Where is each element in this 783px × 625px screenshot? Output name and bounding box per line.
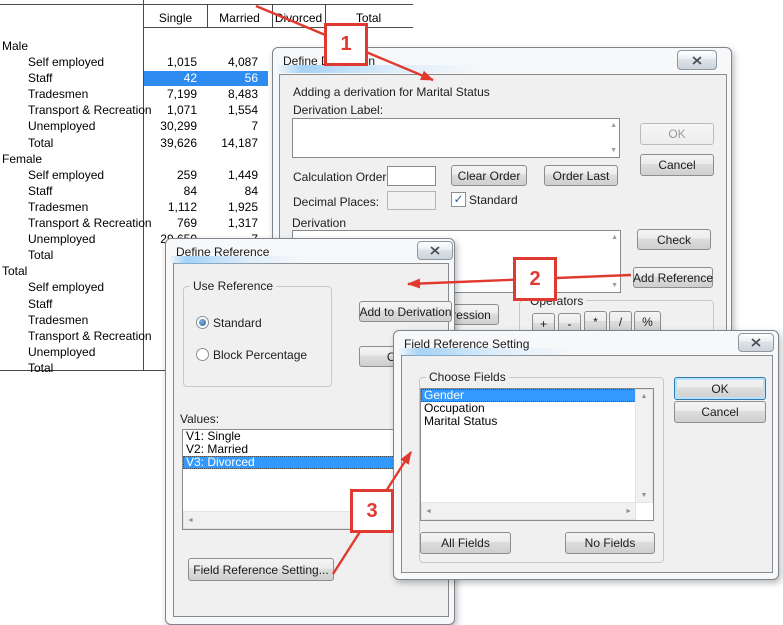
callout-box-2: 2 [513,257,557,301]
close-icon[interactable] [738,333,774,352]
value-cell[interactable]: 14,187 [202,135,258,151]
block-percentage-radio-label: Block Percentage [213,348,307,362]
no-fields-button[interactable]: No Fields [565,532,655,554]
value-cell[interactable]: 1,015 [146,54,197,70]
value-cell[interactable]: 7 [202,118,258,134]
derivation-label-caption: Derivation Label: [293,103,383,117]
value-cell[interactable]: 1,925 [202,199,258,215]
all-fields-button[interactable]: All Fields [420,532,511,554]
value-cell[interactable]: 1,449 [202,167,258,183]
choose-fields-group-label: Choose Fields [426,370,509,384]
callout-box-3: 3 [350,489,394,533]
scroll-left-icon[interactable]: ◄ [422,508,435,515]
block-percentage-radio[interactable] [196,348,209,361]
derivation-info-text: Adding a derivation for Marital Status [293,85,490,99]
value-cell[interactable]: 30,299 [146,118,197,134]
column-header-married[interactable]: Married [207,11,272,26]
ok-button[interactable]: OK [674,377,766,400]
decimal-places-input[interactable] [387,191,436,210]
value-cell[interactable]: 1,112 [146,199,197,215]
value-cell[interactable]: 42 [146,70,197,86]
scroll-down-icon[interactable]: ▼ [610,147,617,154]
standard-checkbox[interactable]: ✓ [451,192,466,207]
value-cell[interactable]: 769 [146,215,197,231]
value-cell[interactable]: 84 [146,183,197,199]
fields-listbox[interactable]: GenderOccupationMarital Status ▲ ▼ ◄ ► [420,388,654,521]
decimal-places-caption: Decimal Places: [293,195,379,209]
standard-radio[interactable] [196,316,209,329]
column-header-single[interactable]: Single [144,11,207,26]
value-cell[interactable]: 7,199 [146,86,197,102]
scroll-up-icon[interactable]: ▲ [610,122,617,129]
value-cell[interactable]: 1,554 [202,102,258,118]
close-icon[interactable] [677,50,717,70]
scroll-up-icon[interactable]: ▲ [611,234,618,241]
standard-checkbox-label: Standard [469,193,518,207]
value-cell[interactable]: 259 [146,167,197,183]
ok-button[interactable]: OK [640,123,714,145]
derivation-label-input[interactable]: ▲ ▼ [292,118,620,158]
field-reference-setting-dialog: Field Reference Setting Choose Fields Ge… [393,330,779,580]
derivation-section-caption: Derivation [292,216,346,230]
add-to-derivation-button[interactable]: Add to Derivation [359,301,452,322]
values-caption: Values: [180,412,219,426]
scroll-right-icon[interactable]: ► [622,508,635,515]
field-list-item[interactable]: Marital Status [421,415,636,428]
order-last-button[interactable]: Order Last [544,165,618,186]
field-reference-setting-panel: Choose Fields GenderOccupationMarital St… [401,355,773,573]
clear-order-button[interactable]: Clear Order [451,165,527,186]
fields-list: GenderOccupationMarital Status [421,389,636,428]
horizontal-scrollbar[interactable]: ◄ ► [421,502,636,520]
use-reference-group [183,286,332,387]
use-reference-group-label: Use Reference [190,279,276,293]
value-cell[interactable]: 39,626 [146,135,197,151]
value-cell[interactable]: 1,071 [146,102,197,118]
field-reference-setting-button[interactable]: Field Reference Setting... [188,558,334,581]
cancel-button[interactable]: Cancel [674,401,766,423]
value-cell[interactable]: 4,087 [202,54,258,70]
calculation-order-caption: Calculation Order: [293,170,390,184]
value-cell[interactable]: 56 [202,70,258,86]
scroll-left-icon[interactable]: ◄ [184,517,197,524]
standard-radio-label: Standard [213,316,262,330]
vertical-scrollbar[interactable]: ▲ ▼ [635,389,653,503]
scroll-up-icon[interactable]: ▲ [641,390,648,403]
value-cell[interactable]: 84 [202,183,258,199]
define-reference-title: Define Reference [176,245,269,259]
check-button[interactable]: Check [637,229,711,250]
table-header-rule [143,27,413,28]
value-cell[interactable]: 1,317 [202,215,258,231]
field-reference-setting-title: Field Reference Setting [404,337,529,351]
add-reference-button[interactable]: Add Reference [633,267,713,288]
screen: Single Married Divorced Total MaleSelf e… [0,0,783,625]
callout-box-1: 1 [324,23,368,66]
column-header-divorced[interactable]: Divorced [272,11,325,26]
cancel-button[interactable]: Cancel [640,154,714,176]
close-icon[interactable] [417,241,453,260]
scroll-down-icon[interactable]: ▼ [641,489,648,502]
scroll-down-icon[interactable]: ▼ [611,282,618,289]
calculation-order-input[interactable] [387,166,436,186]
value-cell[interactable]: 8,483 [202,86,258,102]
